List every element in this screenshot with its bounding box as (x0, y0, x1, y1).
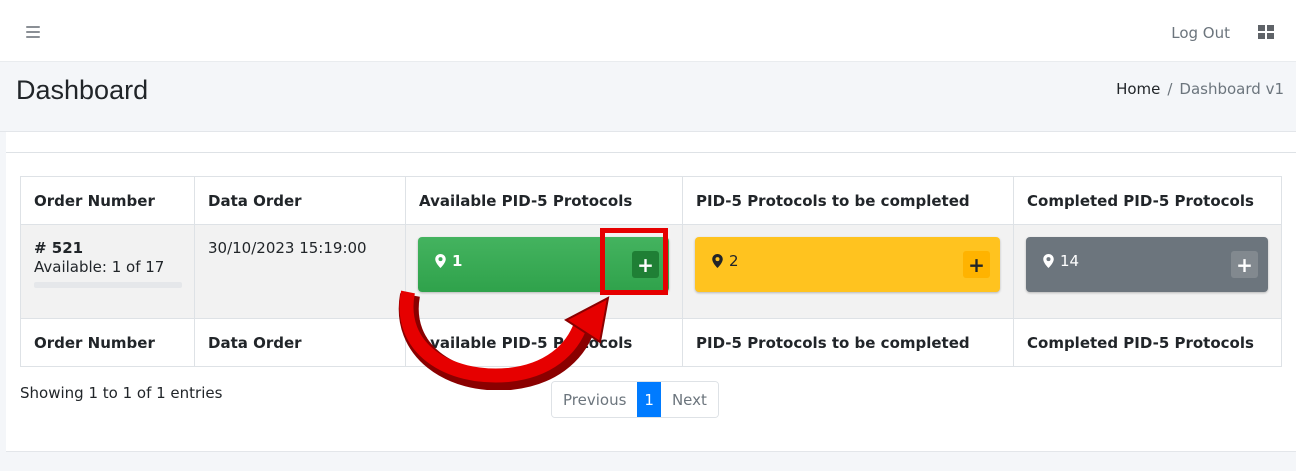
pagination-page-1[interactable]: 1 (637, 382, 661, 417)
column-header-protocols-to-complete[interactable]: PID-5 Protocols to be completed (682, 176, 1014, 225)
footer-order-number: Order Number (20, 318, 195, 367)
footer-completed-protocols: Completed PID-5 Protocols (1013, 318, 1282, 367)
table-header-row: Order Number Data Order Available PID-5 … (20, 176, 1282, 225)
annotation-arrow-icon (398, 290, 610, 390)
to-complete-protocols-box: 2 + (695, 237, 1000, 292)
completed-protocols-cell: 14 + (1013, 224, 1282, 319)
column-header-order-number[interactable]: Order Number (20, 176, 195, 225)
data-order-cell: 30/10/2023 15:19:00 (194, 224, 406, 319)
divider (6, 152, 1296, 153)
map-pin-icon (435, 254, 446, 268)
logout-link[interactable]: Log Out (1171, 24, 1230, 42)
sidebar-edge (0, 132, 6, 471)
footer-data-order: Data Order (194, 318, 406, 367)
breadcrumb-separator: / (1167, 80, 1173, 98)
map-pin-icon (712, 254, 723, 268)
footer-protocols-to-complete: PID-5 Protocols to be completed (682, 318, 1014, 367)
map-pin-icon (1043, 254, 1054, 268)
page-title: Dashboard (16, 75, 149, 105)
column-header-data-order[interactable]: Data Order (194, 176, 406, 225)
hamburger-icon[interactable] (26, 26, 40, 38)
order-date: 30/10/2023 15:19:00 (208, 239, 367, 257)
to-complete-plus-button[interactable]: + (963, 251, 990, 278)
to-complete-protocols-cell: 2 + (682, 224, 1014, 319)
footer (6, 451, 1296, 471)
table-footer-row: Order Number Data Order Available PID-5 … (20, 318, 1282, 367)
completed-protocols-box: 14 + (1026, 237, 1268, 292)
completed-count: 14 (1060, 252, 1080, 270)
breadcrumb-current: Dashboard v1 (1179, 80, 1284, 98)
availability-text: Available: 1 of 17 (34, 258, 165, 276)
breadcrumb-home-link[interactable]: Home (1116, 80, 1160, 98)
completed-plus-button[interactable]: + (1231, 251, 1258, 278)
top-navbar: Log Out (0, 0, 1296, 62)
availability-progress-bar (34, 282, 182, 288)
column-header-available-protocols[interactable]: Available PID-5 Protocols (405, 176, 683, 225)
column-header-completed-protocols[interactable]: Completed PID-5 Protocols (1013, 176, 1282, 225)
pagination-next[interactable]: Next (660, 382, 718, 417)
breadcrumb: Home / Dashboard v1 (1116, 80, 1284, 98)
available-count: 1 (452, 252, 463, 270)
apps-grid-icon[interactable] (1258, 25, 1274, 39)
order-number: # 521 (34, 239, 84, 257)
to-complete-count: 2 (729, 252, 739, 270)
order-number-cell: # 521 Available: 1 of 17 (20, 224, 195, 319)
entries-info: Showing 1 to 1 of 1 entries (20, 384, 223, 402)
content-header: Dashboard Home / Dashboard v1 (0, 62, 1296, 132)
